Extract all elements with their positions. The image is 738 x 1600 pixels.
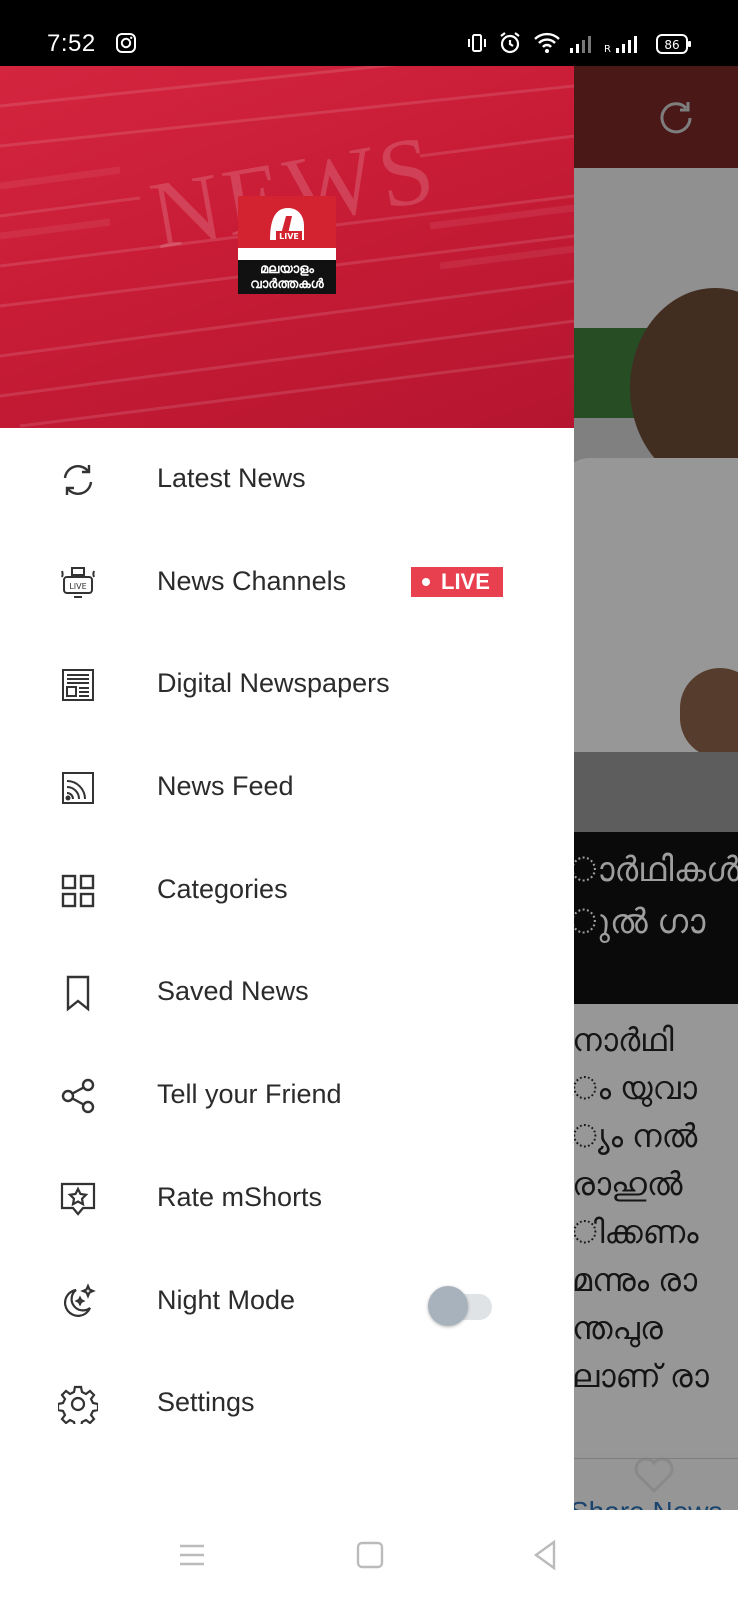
menu-item-categories[interactable]: Categories — [0, 839, 574, 942]
navigation-drawer: NEWS LIVE മലയാളം വാർത്തകൾ Latest News LI… — [0, 66, 574, 1510]
menu-item-latest-news[interactable]: Latest News — [0, 428, 574, 531]
menu-item-tell-your-friend[interactable]: Tell your Friend — [0, 1044, 574, 1147]
newspaper-icon — [58, 665, 98, 705]
drawer-header: NEWS LIVE മലയാളം വാർത്തകൾ — [0, 66, 574, 428]
status-time: 7:52 — [47, 30, 96, 57]
live-tv-icon: LIVE — [58, 563, 98, 603]
app-logo: LIVE മലയാളം വാർത്തകൾ — [238, 196, 336, 294]
home-nav-icon[interactable] — [352, 1538, 388, 1572]
menu-label: Tell your Friend — [157, 1079, 342, 1110]
rss-feed-icon — [58, 768, 98, 808]
live-badge: LIVE — [411, 566, 503, 597]
battery-icon: 86 — [656, 33, 692, 60]
night-mode-toggle[interactable] — [428, 1285, 496, 1326]
menu-item-news-channels[interactable]: LIVE News Channels LIVE — [0, 531, 574, 634]
drawer-menu: Latest News LIVE News Channels LIVE Digi… — [0, 428, 574, 1455]
vibrate-icon — [466, 32, 488, 59]
menu-item-night-mode[interactable]: Night Mode — [0, 1250, 574, 1353]
roaming-signal-icon: R — [604, 34, 644, 59]
svg-text:86: 86 — [664, 38, 679, 52]
bookmark-icon — [58, 973, 98, 1013]
toggle-thumb — [428, 1285, 468, 1326]
grid-icon — [58, 871, 98, 911]
wifi-icon — [533, 31, 561, 60]
status-bar: 7:52 R 86 — [0, 0, 738, 66]
instagram-icon — [115, 32, 137, 59]
rate-star-icon — [58, 1179, 98, 1219]
menu-label: Settings — [157, 1387, 255, 1418]
signal-icon — [569, 34, 595, 59]
menu-item-news-feed[interactable]: News Feed — [0, 736, 574, 839]
menu-nav-icon[interactable] — [174, 1538, 210, 1572]
logo-text: മലയാളം വാർത്തകൾ — [238, 260, 336, 294]
menu-item-settings[interactable]: Settings — [0, 1352, 574, 1455]
svg-text:R: R — [604, 44, 611, 54]
svg-text:LIVE: LIVE — [69, 582, 86, 591]
refresh-icon — [58, 460, 98, 500]
menu-label: Latest News — [157, 463, 306, 493]
menu-item-digital-newspapers[interactable]: Digital Newspapers — [0, 633, 574, 736]
menu-label: News Channels — [157, 565, 347, 596]
menu-label: News Feed — [157, 771, 294, 802]
settings-gear-icon — [56, 1384, 100, 1429]
menu-label: Rate mShorts — [157, 1181, 323, 1212]
back-nav-icon[interactable] — [528, 1538, 564, 1572]
live-logo-icon: LIVE — [270, 208, 304, 241]
alarm-icon — [498, 31, 522, 60]
share-icon — [58, 1076, 98, 1116]
menu-item-rate-mshorts[interactable]: Rate mShorts — [0, 1147, 574, 1250]
svg-text:LIVE: LIVE — [279, 232, 299, 241]
menu-label: Digital Newspapers — [157, 668, 390, 699]
logo-text-line: മലയാളം — [260, 262, 314, 277]
menu-label: Saved News — [157, 976, 309, 1007]
menu-label: Night Mode — [157, 1284, 296, 1315]
logo-strip — [238, 248, 336, 260]
menu-label: Categories — [157, 873, 288, 904]
logo-text-line: വാർത്തകൾ — [250, 277, 324, 292]
system-nav-bar — [0, 1510, 738, 1600]
menu-item-saved-news[interactable]: Saved News — [0, 941, 574, 1044]
night-mode-icon — [58, 1282, 98, 1322]
